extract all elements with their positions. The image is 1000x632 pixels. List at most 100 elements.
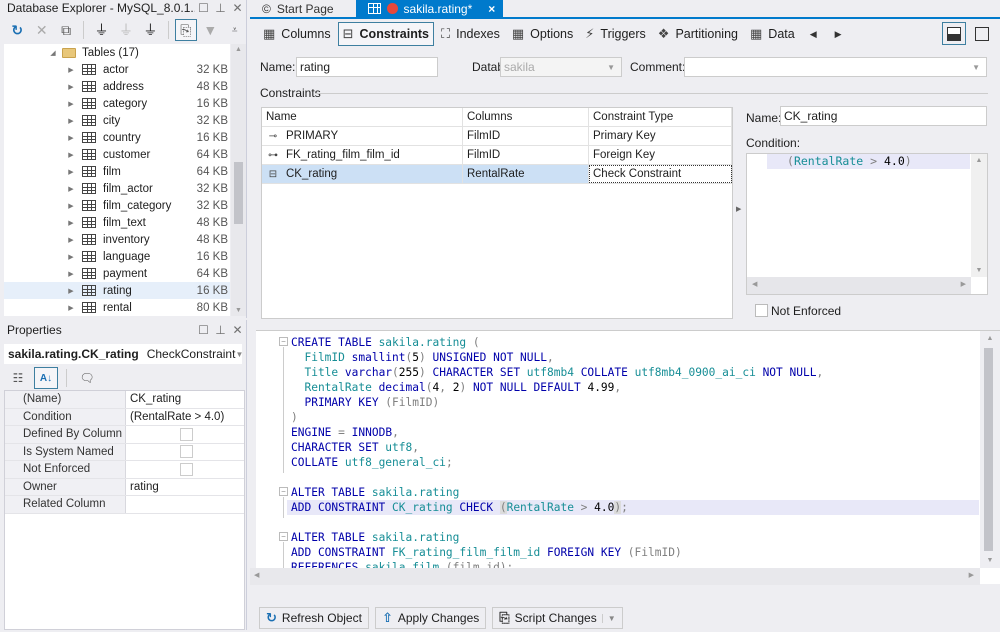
- expand-arrow-icon[interactable]: ▶: [66, 117, 76, 125]
- constraint-columns-cell[interactable]: FilmID: [463, 127, 589, 145]
- categorized-icon[interactable]: ☷: [6, 367, 30, 389]
- expand-arrow-icon[interactable]: ▶: [66, 287, 76, 295]
- new-connection-icon[interactable]: ⏚: [90, 19, 112, 41]
- delete-icon[interactable]: ✕: [30, 19, 52, 41]
- constraint-row[interactable]: ⊟ CK_rating RentalRate Check Constraint: [262, 165, 732, 184]
- tree-item-inventory[interactable]: ▶ inventory 48 KB: [4, 231, 230, 248]
- comment-input[interactable]: ▼: [684, 57, 987, 77]
- property-value[interactable]: [126, 496, 244, 513]
- close-icon[interactable]: ✕: [229, 1, 246, 15]
- scroll-right-icon[interactable]: ▶: [961, 280, 966, 288]
- tree-item-film-category[interactable]: ▶ film_category 32 KB: [4, 197, 230, 214]
- chevron-down-icon[interactable]: ▼: [235, 350, 243, 359]
- condition-hscroll[interactable]: ◀ ▶: [747, 277, 971, 294]
- constraint-columns-cell[interactable]: RentalRate: [463, 165, 589, 183]
- pin-icon[interactable]: ⊥: [212, 323, 229, 337]
- tree-item-language[interactable]: ▶ language 16 KB: [4, 248, 230, 265]
- tree-item-payment[interactable]: ▶ payment 64 KB: [4, 265, 230, 282]
- constraint-type-cell[interactable]: Foreign Key: [589, 146, 732, 164]
- scroll-right-icon[interactable]: ▶: [969, 571, 974, 579]
- tree-item-city[interactable]: ▶ city 32 KB: [4, 112, 230, 129]
- constraint-name-cell[interactable]: ⊟ CK_rating: [262, 165, 463, 183]
- sql-script-editor[interactable]: − CREATE TABLE sakila.rating ( FilmID sm…: [250, 330, 1000, 585]
- property-row[interactable]: Condition (RentalRate > 4.0): [5, 408, 244, 426]
- scroll-thumb[interactable]: [234, 162, 243, 224]
- maximize-icon[interactable]: ☐: [195, 1, 212, 15]
- scroll-down-icon[interactable]: ▼: [971, 267, 987, 274]
- header-columns[interactable]: Columns: [463, 108, 589, 126]
- tree-item-film-text[interactable]: ▶ film_text 48 KB: [4, 214, 230, 231]
- header-name[interactable]: Name: [262, 108, 463, 126]
- chevron-down-icon[interactable]: ▼: [607, 63, 615, 72]
- tab-partitioning[interactable]: ❖ Partitioning: [653, 22, 743, 46]
- scroll-down-icon[interactable]: ▼: [980, 557, 1000, 564]
- constraint-row[interactable]: ⊶ FK_rating_film_film_id FilmID Foreign Key: [262, 146, 732, 165]
- tab-indexes[interactable]: ⛶ Indexes: [436, 22, 505, 46]
- collapse-icon[interactable]: ⧉: [55, 19, 77, 41]
- expand-arrow-icon[interactable]: ▶: [66, 304, 76, 312]
- header-constraint-type[interactable]: Constraint Type: [589, 108, 732, 126]
- script-changes-button[interactable]: ⎘ Script Changes ▼: [492, 607, 623, 629]
- single-layout-button[interactable]: [970, 22, 994, 45]
- refresh-object-button[interactable]: ↻ Refresh Object: [259, 607, 369, 629]
- expand-arrow-icon[interactable]: ▶: [66, 236, 76, 244]
- scroll-tabs-left-icon[interactable]: ◀: [802, 29, 825, 40]
- fold-icon[interactable]: −: [279, 487, 288, 496]
- scroll-thumb[interactable]: [984, 348, 993, 551]
- property-checkbox[interactable]: [180, 427, 193, 441]
- expand-arrow-icon[interactable]: ▶: [66, 270, 76, 278]
- property-row[interactable]: Related Column: [5, 496, 244, 514]
- tree-item-country[interactable]: ▶ country 16 KB: [4, 129, 230, 146]
- tree-item-actor[interactable]: ▶ actor 32 KB: [4, 61, 230, 78]
- constraint-columns-cell[interactable]: FilmID: [463, 146, 589, 164]
- scroll-up-icon[interactable]: ▲: [231, 46, 246, 53]
- filter-objects-icon[interactable]: ⎘: [174, 19, 198, 41]
- tree-item-film[interactable]: ▶ film 64 KB: [4, 163, 230, 180]
- condition-code[interactable]: (RentalRate > 4.0): [767, 154, 970, 169]
- filter-icon[interactable]: ▼: [199, 19, 221, 41]
- overflow-icon[interactable]: ⩡: [224, 19, 246, 41]
- split-layout-button[interactable]: [942, 22, 966, 45]
- scroll-down-icon[interactable]: ▼: [231, 307, 246, 314]
- property-row[interactable]: Defined By Column: [5, 426, 244, 444]
- sql-hscroll[interactable]: ◀ ▶: [250, 568, 980, 585]
- expand-arrow-icon[interactable]: ▶: [66, 83, 76, 91]
- constraint-name-input[interactable]: CK_rating: [780, 106, 987, 126]
- property-row[interactable]: Not Enforced: [5, 461, 244, 479]
- fold-icon[interactable]: −: [279, 532, 288, 541]
- property-row[interactable]: Owner rating: [5, 478, 244, 496]
- not-enforced-checkbox[interactable]: [755, 304, 768, 317]
- splitter-arrow-icon[interactable]: ▶: [736, 205, 741, 213]
- chevron-down-icon[interactable]: ▼: [601, 613, 616, 623]
- condition-editor[interactable]: (RentalRate > 4.0) ▲ ▼ ◀ ▶: [746, 153, 988, 295]
- pin-icon[interactable]: ⊥: [212, 1, 229, 15]
- table-name-input[interactable]: rating: [296, 57, 438, 77]
- constraint-name-cell[interactable]: ⊶ FK_rating_film_film_id: [262, 146, 463, 164]
- tree-item-category[interactable]: ▶ category 16 KB: [4, 95, 230, 112]
- expand-arrow-icon[interactable]: ▶: [66, 219, 76, 227]
- tree-item-customer[interactable]: ▶ customer 64 KB: [4, 146, 230, 163]
- tab-triggers[interactable]: ⚡ Triggers: [580, 22, 651, 46]
- property-value[interactable]: CK_rating: [126, 391, 244, 408]
- tree-scrollbar[interactable]: ▲ ▼: [231, 44, 246, 316]
- remove-connection-icon[interactable]: ⏚: [139, 19, 161, 41]
- expand-arrow-icon[interactable]: ▶: [66, 253, 76, 261]
- scroll-up-icon[interactable]: ▲: [980, 335, 1000, 342]
- expand-arrow-icon[interactable]: ▶: [66, 151, 76, 159]
- property-value[interactable]: [126, 461, 244, 478]
- scroll-tabs-right-icon[interactable]: ▶: [827, 29, 850, 40]
- fold-icon[interactable]: −: [279, 337, 288, 346]
- property-row[interactable]: Is System Named: [5, 443, 244, 461]
- property-checkbox[interactable]: [180, 445, 193, 459]
- object-selector[interactable]: sakila.rating.CK_rating CheckConstraint …: [4, 344, 243, 364]
- description-icon[interactable]: 🗨: [75, 367, 99, 389]
- chevron-down-icon[interactable]: ▼: [972, 63, 980, 72]
- tab-options[interactable]: ▦ Options: [507, 22, 578, 46]
- database-select[interactable]: sakila ▼: [500, 57, 622, 77]
- apply-changes-button[interactable]: ⇧ Apply Changes: [374, 607, 487, 629]
- property-row[interactable]: (Name) CK_rating: [5, 391, 244, 409]
- tab-data[interactable]: ▦ Data: [745, 22, 800, 46]
- tab-constraints[interactable]: ⊟ Constraints: [337, 22, 434, 46]
- close-icon[interactable]: ✕: [229, 323, 246, 337]
- close-tab-icon[interactable]: ×: [488, 2, 495, 16]
